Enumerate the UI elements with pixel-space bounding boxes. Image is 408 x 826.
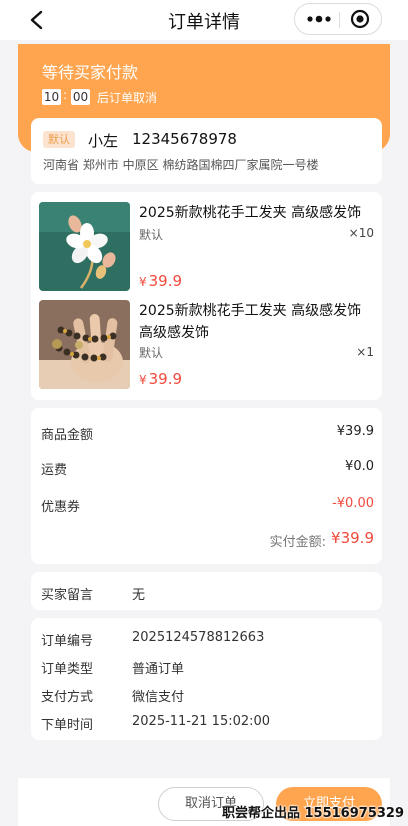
order-number-label: 订单编号 bbox=[41, 634, 94, 649]
goods-quantity: ×10 bbox=[348, 226, 374, 240]
coupon-label: 优惠券 bbox=[41, 500, 81, 515]
goods-image bbox=[39, 202, 130, 291]
countdown-seconds: 00 bbox=[71, 89, 90, 105]
receiver-name: 小左 bbox=[88, 132, 119, 150]
amount-card: 商品金额 ¥39.9 运费 ¥0.0 优惠券 -¥0.00 实付金额: ¥39.… bbox=[31, 408, 382, 564]
pay-method-label: 支付方式 bbox=[41, 690, 94, 705]
paid-amount-value: ¥39.9 bbox=[331, 529, 374, 547]
order-time-value: 2025-11-21 15:02:00 bbox=[132, 714, 271, 729]
currency-symbol: ¥ bbox=[139, 373, 147, 387]
order-status-title: 等待买家付款 bbox=[42, 63, 139, 82]
countdown-colon: : bbox=[63, 88, 68, 102]
currency-symbol: ¥ bbox=[139, 275, 147, 289]
more-dots-icon[interactable] bbox=[306, 12, 332, 26]
goods-item[interactable]: 2025新款桃花手工发夹 高级感发饰高级感发饰 默认 ×1 ¥39.9 bbox=[39, 300, 374, 392]
goods-price-value: 39.9 bbox=[148, 370, 183, 388]
order-number-value: 2025124578812663 bbox=[132, 630, 265, 645]
shipping-label: 运费 bbox=[41, 463, 68, 478]
capsule-divider bbox=[339, 12, 340, 28]
mini-program-capsule bbox=[294, 3, 382, 35]
default-address-tag: 默认 bbox=[43, 131, 75, 148]
goods-price: ¥39.9 bbox=[139, 370, 182, 388]
target-circle-icon[interactable] bbox=[350, 9, 370, 29]
goods-name: 2025新款桃花手工发夹 高级感发饰高级感发饰 bbox=[139, 303, 362, 341]
pay-method-value: 微信支付 bbox=[132, 690, 185, 705]
address-card[interactable]: 默认 小左 12345678978 河南省 郑州市 中原区 棉纺路国棉四厂家属院… bbox=[31, 118, 382, 184]
goods-quantity: ×1 bbox=[356, 345, 374, 359]
order-time-label: 下单时间 bbox=[41, 718, 94, 733]
goods-price-value: 39.9 bbox=[148, 272, 183, 290]
goods-name: 2025新款桃花手工发夹 高级感发饰 bbox=[139, 205, 362, 221]
shipping-value: ¥0.0 bbox=[345, 459, 374, 474]
coupon-value[interactable]: -¥0.00 bbox=[332, 496, 374, 511]
receiver-address: 河南省 郑州市 中原区 棉纺路国棉四厂家属院一号楼 bbox=[43, 158, 319, 172]
paid-amount-label: 实付金额: bbox=[269, 535, 326, 550]
goods-card: 2025新款桃花手工发夹 高级感发饰 默认 ×10 ¥39.9 2025新款桃花… bbox=[31, 192, 382, 400]
order-type-value: 普通订单 bbox=[132, 662, 185, 677]
countdown-minutes: 10 bbox=[42, 89, 61, 105]
goods-spec: 默认 bbox=[139, 228, 164, 242]
buyer-message-card: 买家留言 无 bbox=[31, 572, 382, 610]
goods-image bbox=[39, 300, 130, 389]
receiver-phone: 12345678978 bbox=[132, 130, 237, 148]
buyer-message-value: 无 bbox=[132, 588, 146, 603]
goods-spec: 默认 bbox=[139, 346, 164, 360]
goods-item[interactable]: 2025新款桃花手工发夹 高级感发饰 默认 ×10 ¥39.9 bbox=[39, 202, 374, 292]
countdown-text: 后订单取消 bbox=[97, 91, 158, 105]
order-info-card: 订单编号 2025124578812663 订单类型 普通订单 支付方式 微信支… bbox=[31, 618, 382, 740]
order-type-label: 订单类型 bbox=[41, 662, 94, 677]
goods-price: ¥39.9 bbox=[139, 272, 182, 290]
goods-amount-value: ¥39.9 bbox=[336, 424, 374, 439]
buyer-message-label: 买家留言 bbox=[41, 588, 94, 603]
watermark-text: 职尝帮企出品 15516975329 bbox=[221, 806, 404, 821]
navigation-bar: 订单详情 bbox=[0, 0, 408, 40]
goods-amount-label: 商品金额 bbox=[41, 428, 94, 443]
